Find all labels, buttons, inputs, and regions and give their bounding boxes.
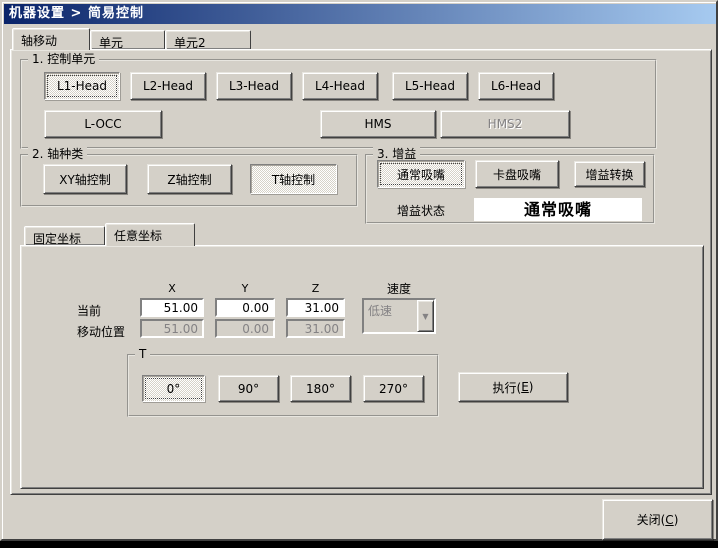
z-axis-control-label: Z轴控制 <box>167 172 212 187</box>
l4-head-label: L4-Head <box>314 79 366 93</box>
speed-dropdown-button[interactable]: ▼ <box>417 300 434 332</box>
hms2-label: HMS2 <box>487 117 523 131</box>
current-y-field[interactable] <box>215 298 275 317</box>
tab-unit-label: 单元 <box>99 36 124 50</box>
speed-combobox[interactable]: 低速 ▼ <box>362 298 436 334</box>
angle-90-button[interactable]: 90° <box>218 375 279 402</box>
l3-head-label: L3-Head <box>228 79 280 93</box>
l5-head-button[interactable]: L5-Head <box>392 72 468 100</box>
execute-button[interactable]: 执行(E) <box>458 372 568 402</box>
angle-0-label: 0° <box>166 381 181 396</box>
move-y-field <box>215 319 275 338</box>
move-z-field <box>286 319 345 338</box>
group-gain-title: 3. 增益 <box>373 147 421 161</box>
l-occ-label: L-OCC <box>84 117 122 131</box>
gain-convert-button[interactable]: 增益转换 <box>574 161 645 187</box>
l2-head-button[interactable]: L2-Head <box>130 72 206 100</box>
current-z-field[interactable] <box>286 298 345 317</box>
t-axis-control-button[interactable]: T轴控制 <box>250 164 337 194</box>
angle-180-button[interactable]: 180° <box>290 375 351 402</box>
current-row-label: 当前 <box>77 304 102 318</box>
tab-axis-move-label: 轴移动 <box>21 34 58 48</box>
execute-label-pre: 执行( <box>492 380 522 395</box>
title-bar: 机器设置 > 简易控制 <box>4 4 716 24</box>
execute-label-post: ) <box>528 380 534 394</box>
dialog-window: 机器设置 > 简易控制 轴移动 单元 单元2 1. 控制单元 L1-Head L… <box>0 0 718 541</box>
group-t-angle-title: T <box>135 347 151 361</box>
close-button[interactable]: 关闭(C) <box>602 499 713 540</box>
close-label-pre: 关闭( <box>636 513 666 527</box>
angle-90-label: 90° <box>237 381 260 396</box>
speed-column-label: 速度 <box>386 282 411 296</box>
l1-head-label: L1-Head <box>56 79 108 93</box>
speed-value: 低速 <box>368 304 393 318</box>
window-title: 机器设置 > 简易控制 <box>9 6 144 21</box>
hms-label: HMS <box>364 117 392 131</box>
gain-convert-label: 增益转换 <box>585 167 634 182</box>
angle-270-label: 270° <box>379 381 408 396</box>
close-mnemonic: C <box>665 512 674 527</box>
angle-180-label: 180° <box>306 381 335 396</box>
l6-head-button[interactable]: L6-Head <box>478 72 554 100</box>
tab-unit2[interactable]: 单元2 <box>165 30 251 50</box>
tab-unit[interactable]: 单元 <box>90 30 165 50</box>
tab-fixed-coords-label: 固定坐标 <box>33 232 82 246</box>
tab-arbitrary-coords[interactable]: 任意坐标 <box>105 223 195 246</box>
l1-head-button[interactable]: L1-Head <box>44 72 120 100</box>
hms-button[interactable]: HMS <box>320 110 436 138</box>
l5-head-label: L5-Head <box>404 79 456 93</box>
current-x-field[interactable] <box>140 298 204 317</box>
column-header-x: X <box>168 282 176 295</box>
xy-axis-control-label: XY轴控制 <box>59 172 111 187</box>
close-label-post: ) <box>673 512 679 527</box>
l4-head-button[interactable]: L4-Head <box>302 72 378 100</box>
xy-axis-control-button[interactable]: XY轴控制 <box>43 164 127 194</box>
l3-head-button[interactable]: L3-Head <box>216 72 292 100</box>
move-x-field <box>140 319 204 338</box>
column-header-z: Z <box>311 282 320 295</box>
l-occ-button[interactable]: L-OCC <box>44 110 162 138</box>
column-header-y: Y <box>241 282 249 295</box>
normal-nozzle-label: 通常吸嘴 <box>396 167 445 182</box>
tab-axis-move[interactable]: 轴移动 <box>12 28 90 50</box>
group-axis-type-title: 2. 轴种类 <box>28 147 88 161</box>
tab-fixed-coords[interactable]: 固定坐标 <box>24 226 105 246</box>
angle-0-button[interactable]: 0° <box>142 375 205 402</box>
z-axis-control-button[interactable]: Z轴控制 <box>147 164 232 194</box>
t-axis-control-label: T轴控制 <box>271 172 316 187</box>
execute-mnemonic: E <box>521 380 529 394</box>
tab-arbitrary-coords-label: 任意坐标 <box>114 229 163 243</box>
chuck-nozzle-label: 卡盘吸嘴 <box>492 167 541 182</box>
hms2-button: HMS2 <box>440 110 570 138</box>
gain-status-label: 增益状态 <box>397 204 446 218</box>
move-position-row-label: 移动位置 <box>77 325 126 339</box>
tab-unit2-label: 单元2 <box>174 36 206 50</box>
normal-nozzle-button[interactable]: 通常吸嘴 <box>377 160 465 188</box>
angle-270-button[interactable]: 270° <box>363 375 424 402</box>
group-control-unit-title: 1. 控制单元 <box>28 52 100 66</box>
screen-background: { "titlebar": { "title": "机器设置 > 简易控制" }… <box>0 0 718 548</box>
l2-head-label: L2-Head <box>142 79 194 93</box>
chevron-down-icon: ▼ <box>422 311 429 321</box>
gain-status-value: 通常吸嘴 <box>474 198 642 221</box>
l6-head-label: L6-Head <box>490 79 542 93</box>
chuck-nozzle-button[interactable]: 卡盘吸嘴 <box>475 160 559 188</box>
